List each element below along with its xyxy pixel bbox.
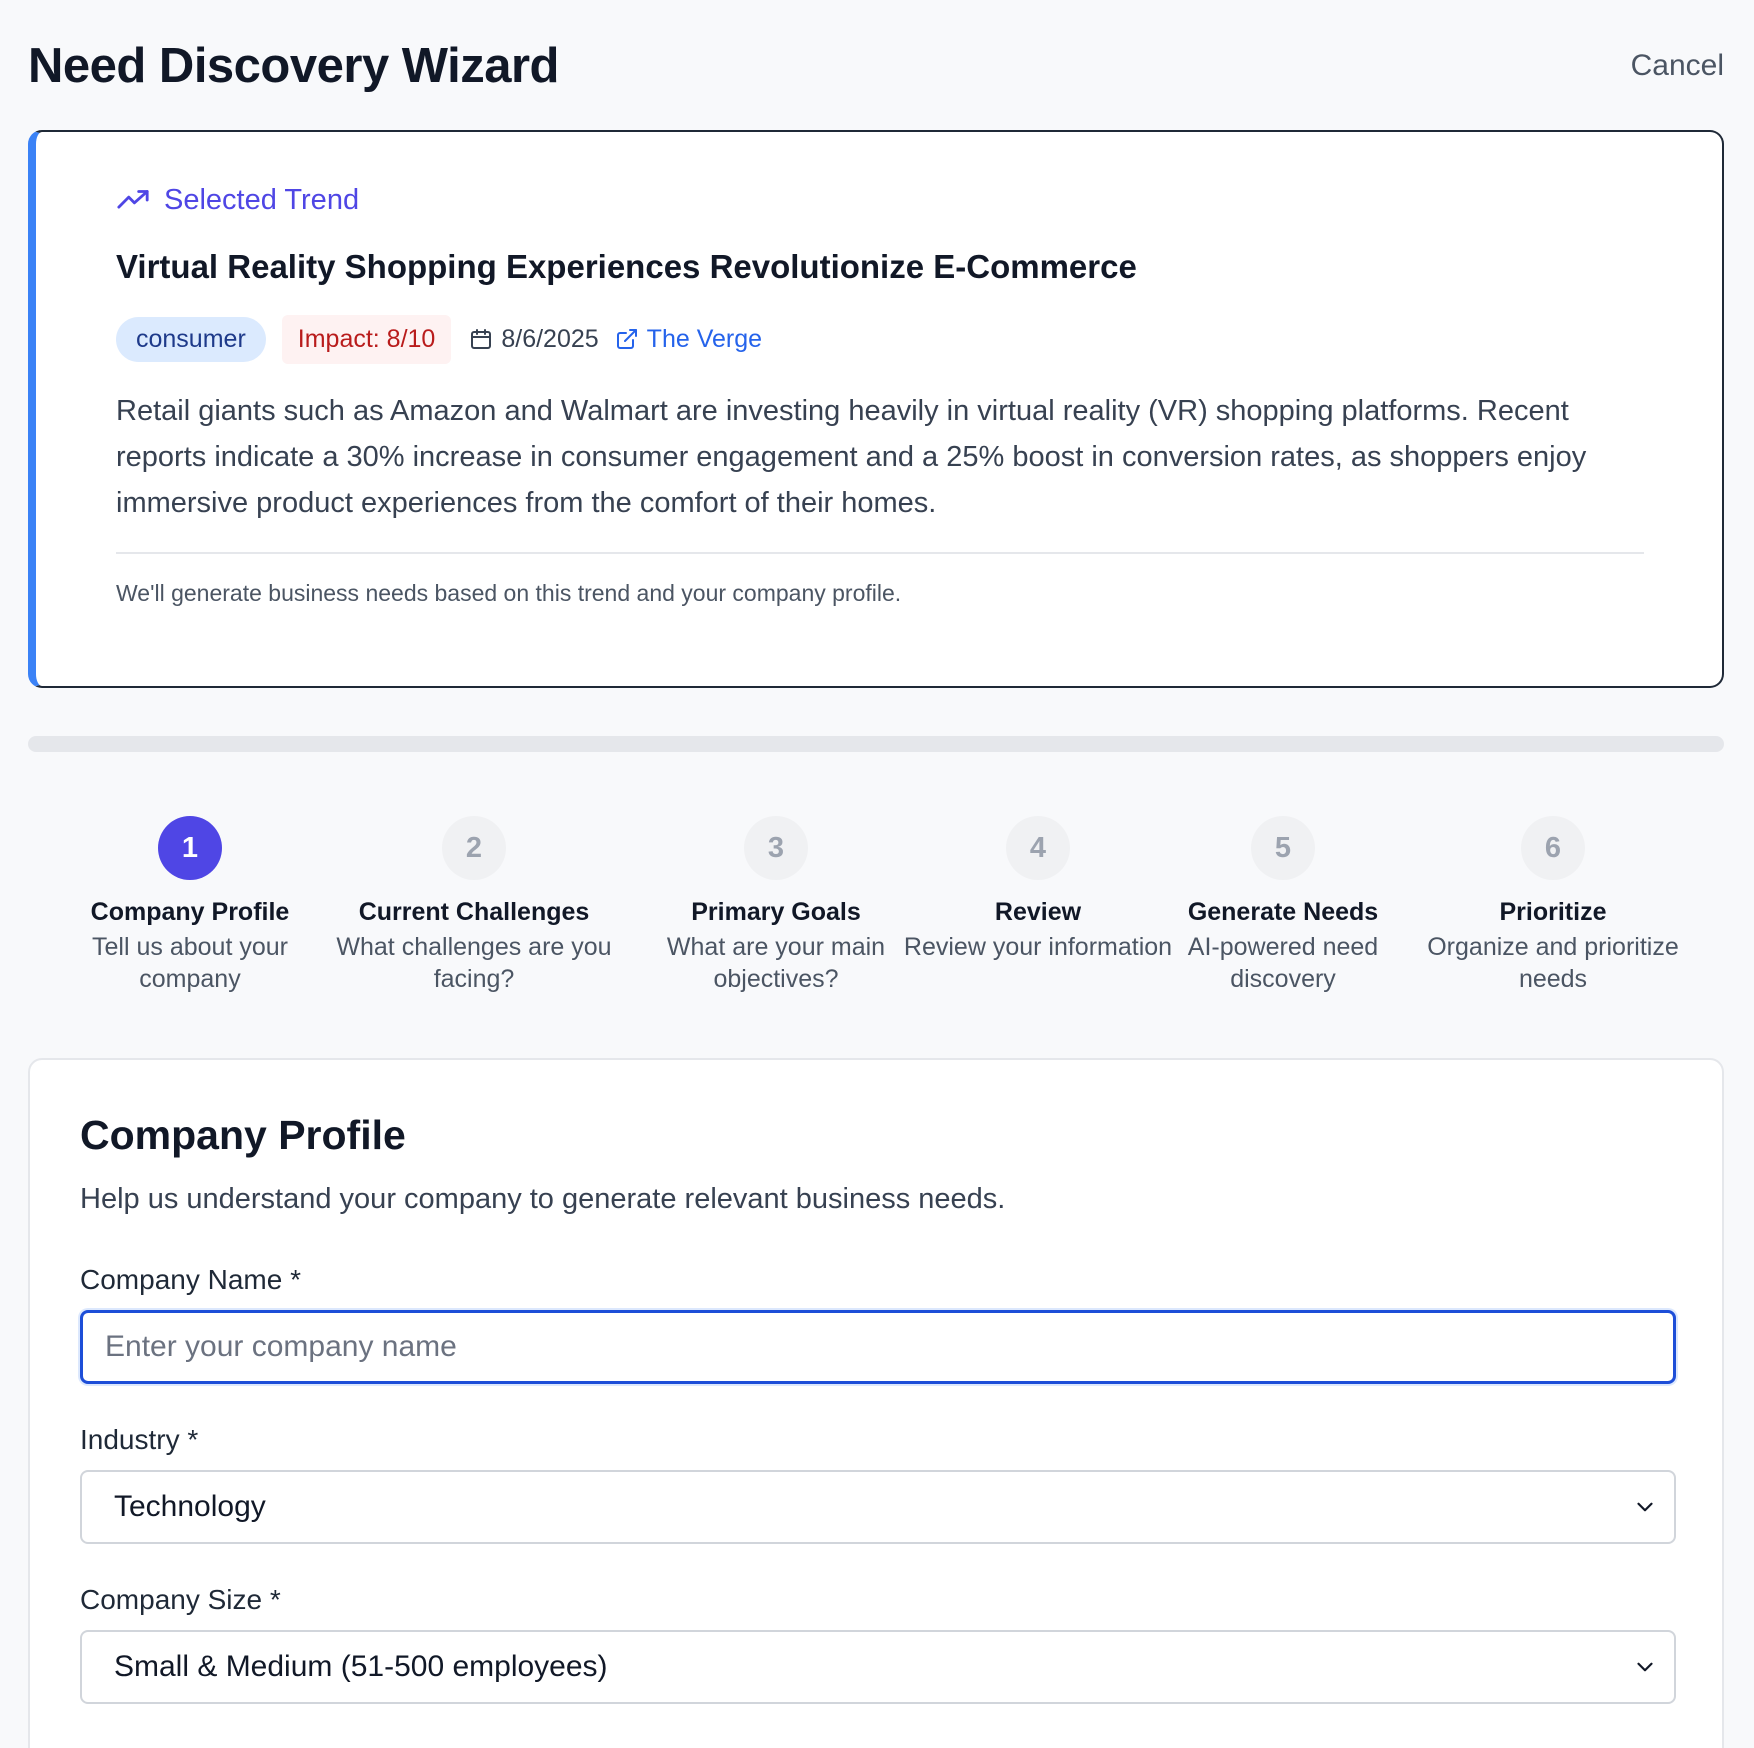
trend-title: Virtual Reality Shopping Experiences Rev… — [116, 248, 1137, 285]
category-badge: consumer — [116, 316, 266, 362]
company-name-input[interactable] — [105, 1330, 1651, 1364]
company-name-label: Company Name * — [80, 1264, 301, 1295]
impact-badge: Impact: 8/10 — [281, 314, 452, 364]
step-primary-goals[interactable]: 3 Primary Goals What are your main objec… — [636, 816, 916, 995]
chevron-down-icon — [1637, 1502, 1653, 1512]
cancel-button[interactable]: Cancel — [1631, 49, 1724, 83]
step-description: Review your information — [903, 933, 1173, 961]
company-name-field: Company Name * — [80, 1264, 1676, 1384]
step-title: Prioritize — [1499, 898, 1607, 926]
industry-selected-value: Technology — [114, 1490, 266, 1523]
step-company-profile[interactable]: 1 Company Profile Tell us about your com… — [50, 816, 330, 995]
step-title: Company Profile — [90, 898, 290, 926]
company-size-select[interactable]: Small & Medium (51-500 employees) — [80, 1630, 1676, 1704]
form-title: Company Profile — [80, 1112, 406, 1158]
company-size-field: Company Size * Small & Medium (51-500 em… — [80, 1584, 1676, 1704]
trend-date-text: 8/6/2025 — [501, 324, 599, 353]
step-generate-needs[interactable]: 5 Generate Needs AI-powered need discove… — [1143, 816, 1423, 995]
external-link-icon — [616, 329, 637, 349]
company-size-label: Company Size * — [80, 1584, 281, 1615]
trend-description: Retail giants such as Amazon and Walmart… — [116, 395, 1587, 519]
trend-divider — [116, 552, 1644, 554]
trend-label-row: Selected Trend — [116, 182, 1642, 218]
chevron-down-icon — [1637, 1662, 1653, 1672]
step-number: 4 — [1006, 816, 1070, 880]
header: Need Discovery Wizard Cancel — [28, 34, 1724, 98]
step-title: Review — [994, 898, 1082, 926]
trend-source-text: The Verge — [646, 324, 763, 353]
trend-note: We'll generate business needs based on t… — [116, 580, 902, 606]
industry-field: Industry * Technology — [80, 1424, 1676, 1544]
trend-date: 8/6/2025 — [469, 324, 599, 354]
step-description: AI-powered need discovery — [1187, 933, 1379, 993]
trend-meta-row: consumer Impact: 8/10 8/6/2025 The Verge — [116, 314, 1642, 364]
industry-select[interactable]: Technology — [80, 1470, 1676, 1544]
step-title: Primary Goals — [691, 898, 861, 926]
step-number: 6 — [1521, 816, 1585, 880]
step-number: 1 — [158, 816, 222, 880]
step-review[interactable]: 4 Review Review your information — [898, 816, 1178, 963]
step-number: 3 — [744, 816, 808, 880]
step-description: Organize and prioritize needs — [1427, 933, 1679, 993]
wizard-steps: 1 Company Profile Tell us about your com… — [0, 816, 1754, 996]
wizard-progress-bar — [28, 736, 1724, 752]
step-number: 2 — [442, 816, 506, 880]
selected-trend-card: Selected Trend Virtual Reality Shopping … — [28, 130, 1724, 688]
wizard-page: Need Discovery Wizard Cancel Selected Tr… — [0, 0, 1754, 1748]
step-description: What challenges are you facing? — [336, 933, 612, 993]
company-size-selected-value: Small & Medium (51-500 employees) — [114, 1650, 608, 1683]
step-title: Generate Needs — [1187, 898, 1379, 926]
trend-section-label: Selected Trend — [164, 183, 360, 216]
trending-up-icon — [117, 190, 149, 209]
step-number: 5 — [1251, 816, 1315, 880]
trend-source-link[interactable]: The Verge — [615, 325, 762, 354]
company-name-input-wrapper — [80, 1310, 1676, 1384]
form-subtitle: Help us understand your company to gener… — [80, 1183, 1006, 1215]
step-description: Tell us about your company — [92, 933, 288, 993]
page-title: Need Discovery Wizard — [28, 39, 560, 93]
company-profile-form: Company Profile Help us understand your … — [28, 1058, 1724, 1748]
step-current-challenges[interactable]: 2 Current Challenges What challenges are… — [334, 816, 614, 995]
step-description: What are your main objectives? — [666, 933, 886, 993]
step-prioritize[interactable]: 6 Prioritize Organize and prioritize nee… — [1413, 816, 1693, 995]
industry-label: Industry * — [80, 1424, 199, 1455]
calendar-icon — [471, 329, 492, 349]
step-title: Current Challenges — [358, 898, 590, 926]
